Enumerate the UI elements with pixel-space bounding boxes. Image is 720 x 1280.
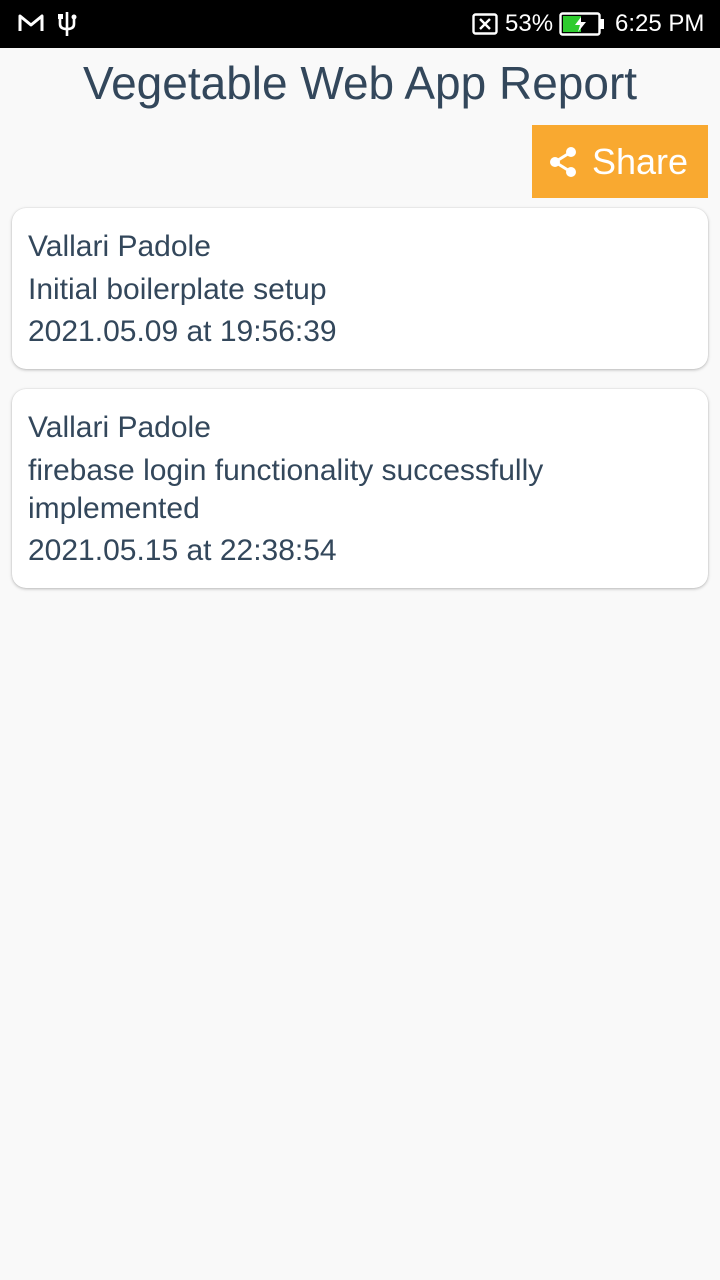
battery-charging-icon bbox=[559, 12, 605, 41]
gmail-icon bbox=[18, 10, 44, 41]
share-button[interactable]: Share bbox=[532, 125, 708, 198]
usb-icon bbox=[54, 10, 80, 43]
commit-card: Vallari Padole firebase login functional… bbox=[12, 389, 708, 588]
commit-timestamp: 2021.05.09 at 19:56:39 bbox=[28, 315, 337, 348]
battery-percent: 53% bbox=[505, 10, 554, 37]
share-label: Share bbox=[592, 141, 689, 182]
share-icon bbox=[548, 146, 578, 178]
commit-message: Initial boilerplate setup bbox=[28, 273, 327, 306]
no-sim-icon bbox=[472, 13, 498, 40]
commit-author: Vallari Padole bbox=[28, 230, 211, 263]
commit-author: Vallari Padole bbox=[28, 411, 211, 444]
commit-message: firebase login functionality successfull… bbox=[28, 454, 544, 525]
page-title: Vegetable Web App Report bbox=[82, 57, 638, 109]
commit-timestamp: 2021.05.15 at 22:38:54 bbox=[28, 534, 337, 567]
clock: 6:25 PM bbox=[615, 10, 705, 37]
commit-card: Vallari Padole Initial boilerplate setup… bbox=[12, 208, 708, 369]
status-bar: 53% 6:25 PM bbox=[0, 0, 720, 48]
